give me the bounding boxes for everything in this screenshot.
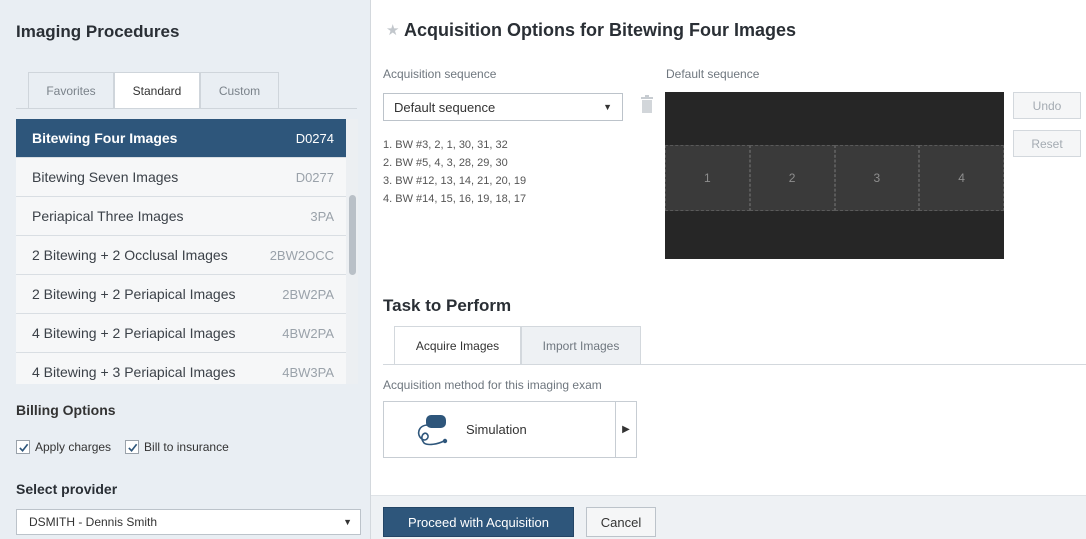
list-item[interactable]: 4 Bitewing + 3 Periapical Images 4BW3PA <box>16 353 346 384</box>
procedure-code: 4BW2PA <box>282 325 334 341</box>
cancel-button[interactable]: Cancel <box>586 507 656 537</box>
acquisition-sequence-select[interactable]: Default sequence ▼ <box>383 93 623 121</box>
method-main: Simulation <box>384 402 615 457</box>
sequence-step: 3. BW #12, 13, 14, 21, 20, 19 <box>383 175 527 187</box>
list-item[interactable]: Bitewing Four Images D0274 <box>16 119 346 158</box>
procedure-name: Bitewing Four Images <box>32 130 178 146</box>
procedure-code: D0277 <box>295 169 334 185</box>
checkmark-icon <box>127 443 137 452</box>
sensor-icon <box>417 414 448 445</box>
procedure-code: D0274 <box>295 130 334 146</box>
image-slot[interactable]: 4 <box>919 145 1004 211</box>
acquisition-sequence-label: Acquisition sequence <box>383 67 497 81</box>
sequence-select-value: Default sequence <box>394 99 496 115</box>
tab-standard[interactable]: Standard <box>114 72 200 109</box>
procedure-code: 2BW2PA <box>282 286 334 302</box>
procedure-code: 3PA <box>310 208 334 224</box>
task-title: Task to Perform <box>383 296 512 315</box>
procedure-name: 2 Bitewing + 2 Periapical Images <box>32 286 236 302</box>
tab-acquire-images[interactable]: Acquire Images <box>394 326 521 364</box>
provider-select[interactable]: DSMITH - Dennis Smith ▼ <box>16 509 361 535</box>
procedure-code: 4BW3PA <box>282 364 334 380</box>
apply-charges-checkbox[interactable] <box>16 440 30 454</box>
procedure-name: Bitewing Seven Images <box>32 169 179 185</box>
image-slot[interactable]: 2 <box>749 145 835 211</box>
undo-button[interactable]: Undo <box>1013 92 1081 119</box>
acquisition-method-card[interactable]: Simulation ▶ <box>383 401 637 458</box>
bill-insurance-checkbox[interactable] <box>125 440 140 454</box>
list-item[interactable]: Bitewing Seven Images D0277 <box>16 158 346 197</box>
sequence-step: 1. BW #3, 2, 1, 30, 31, 32 <box>383 139 508 151</box>
bill-insurance-label: Bill to insurance <box>144 440 229 454</box>
tab-import-images[interactable]: Import Images <box>521 326 641 364</box>
caret-down-icon: ▼ <box>603 102 612 112</box>
sequence-layout-canvas: 1 2 3 4 <box>665 92 1004 259</box>
procedure-name: Periapical Three Images <box>32 208 184 224</box>
tab-divider <box>16 108 357 109</box>
default-sequence-label: Default sequence <box>666 67 760 81</box>
task-tabs: Acquire Images Import Images <box>394 326 641 364</box>
sequence-step: 2. BW #5, 4, 3, 28, 29, 30 <box>383 157 508 169</box>
proceed-button[interactable]: Proceed with Acquisition <box>383 507 574 537</box>
select-provider-title: Select provider <box>16 481 118 497</box>
acquisition-method-label: Acquisition method for this imaging exam <box>383 378 602 392</box>
sequence-step: 4. BW #14, 15, 16, 19, 18, 17 <box>383 193 527 205</box>
procedure-code: 2BW2OCC <box>269 247 334 263</box>
list-item[interactable]: Periapical Three Images 3PA <box>16 197 346 236</box>
procedure-name: 2 Bitewing + 2 Occlusal Images <box>32 247 228 263</box>
billing-options-title: Billing Options <box>16 402 116 418</box>
procedure-name: 4 Bitewing + 2 Periapical Images <box>32 325 236 341</box>
tab-custom[interactable]: Custom <box>200 72 279 108</box>
scrollbar-thumb[interactable] <box>349 195 356 275</box>
apply-charges-label: Apply charges <box>35 440 112 454</box>
procedure-tabs: Favorites Standard Custom <box>28 72 279 109</box>
tab-favorites[interactable]: Favorites <box>28 72 114 108</box>
procedure-list: Bitewing Four Images D0274 Bitewing Seve… <box>16 119 346 384</box>
task-tab-divider <box>383 364 1086 365</box>
list-item[interactable]: 4 Bitewing + 2 Periapical Images 4BW2PA <box>16 314 346 353</box>
panel-title: Imaging Procedures <box>16 22 180 41</box>
image-slot[interactable]: 3 <box>834 145 920 211</box>
provider-value: DSMITH - Dennis Smith <box>29 515 158 529</box>
method-name: Simulation <box>466 422 527 437</box>
page-title: Acquisition Options for Bitewing Four Im… <box>404 20 797 40</box>
billing-checkboxes: Apply charges Bill to insurance <box>16 440 243 454</box>
caret-down-icon: ▼ <box>343 517 352 527</box>
trash-icon[interactable] <box>640 95 654 113</box>
imaging-procedures-panel: Imaging Procedures Favorites Standard Cu… <box>0 0 371 539</box>
sequence-steps: 1. BW #3, 2, 1, 30, 31, 32 2. BW #5, 4, … <box>383 136 526 208</box>
caret-right-icon[interactable]: ▶ <box>615 402 636 457</box>
checkmark-icon <box>18 443 28 452</box>
image-slot-row: 1 2 3 4 <box>665 145 1004 211</box>
list-item[interactable]: 2 Bitewing + 2 Occlusal Images 2BW2OCC <box>16 236 346 275</box>
favorite-star-icon[interactable]: ★ <box>386 21 399 39</box>
image-slot[interactable]: 1 <box>665 145 750 211</box>
reset-button[interactable]: Reset <box>1013 130 1081 157</box>
procedure-name: 4 Bitewing + 3 Periapical Images <box>32 364 236 380</box>
list-item[interactable]: 2 Bitewing + 2 Periapical Images 2BW2PA <box>16 275 346 314</box>
